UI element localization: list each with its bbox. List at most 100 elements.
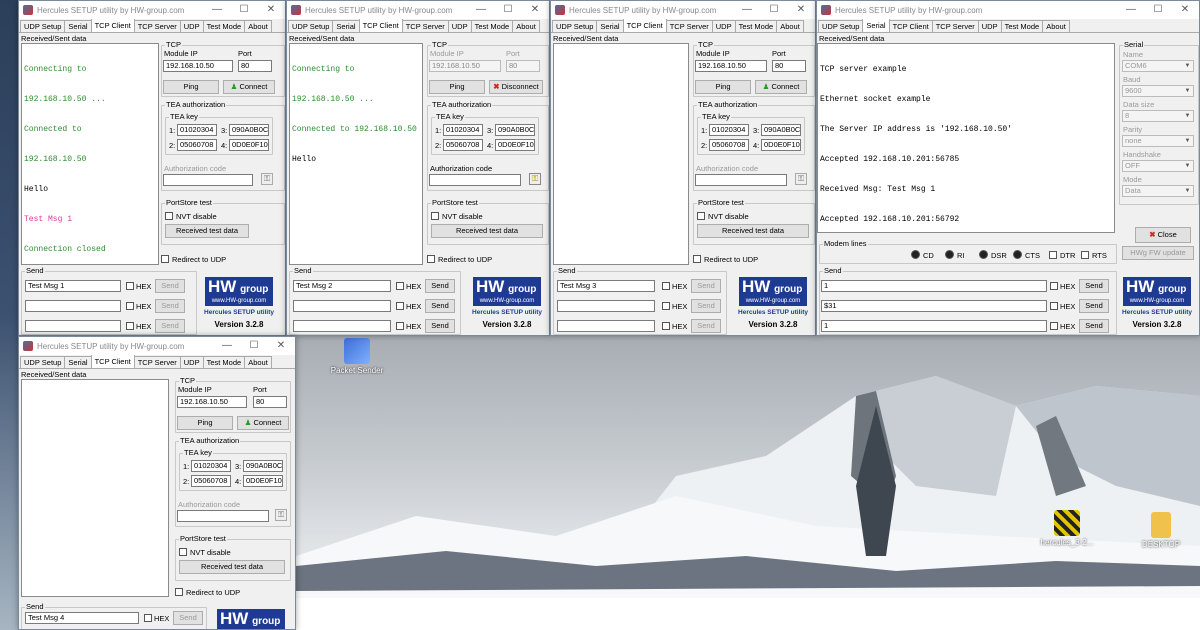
tab-about[interactable]: About [244, 20, 272, 32]
minimize-button[interactable]: — [733, 1, 761, 19]
tab-tcp-client[interactable]: TCP Client [358, 18, 403, 32]
tab-test-mode[interactable]: Test Mode [202, 20, 246, 32]
hex-checkbox-3[interactable] [126, 322, 134, 330]
tea-key-3-input[interactable]: 090A0B0C [229, 124, 269, 136]
redirect-udp-checkbox[interactable] [161, 255, 169, 263]
tab-udp[interactable]: UDP [179, 356, 204, 368]
send-input-2[interactable] [557, 300, 655, 312]
authorization-code-input[interactable] [429, 174, 521, 186]
tab-tcp-client[interactable]: TCP Client [90, 354, 135, 368]
tab-tcp-server[interactable]: TCP Server [665, 20, 713, 32]
tab-serial[interactable]: Serial [64, 20, 92, 32]
tea-key-3-input[interactable]: 090A0B0C [761, 124, 801, 136]
disconnect-button[interactable]: ✖ Disconnect [489, 80, 543, 94]
tab-test-mode[interactable]: Test Mode [470, 20, 514, 32]
tea-key-4-input[interactable]: 0D0E0F10 [229, 139, 269, 151]
send-button-3[interactable]: Send [155, 319, 185, 333]
redirect-udp-checkbox[interactable] [693, 255, 701, 263]
send-button-2[interactable]: Send [1079, 299, 1109, 313]
tab-test-mode[interactable]: Test Mode [202, 356, 246, 368]
port-input[interactable]: 80 [506, 60, 540, 72]
tea-key-1-input[interactable]: 01020304 [177, 124, 217, 136]
authorization-code-input[interactable] [177, 510, 269, 522]
nvt-disable-checkbox[interactable] [179, 548, 187, 556]
module-ip-input[interactable]: 192.168.10.50 [177, 396, 247, 408]
tab-udp[interactable]: UDP [179, 20, 204, 32]
tab-udp[interactable]: UDP [977, 20, 1002, 32]
tea-key-2-input[interactable]: 05060708 [191, 475, 231, 487]
baud-select[interactable]: 9600 ▼ [1122, 85, 1194, 97]
parity-select[interactable]: none ▼ [1122, 135, 1194, 147]
send-input-2[interactable] [293, 300, 391, 312]
desktop-icon-packet-sender[interactable]: Packet Sender [322, 338, 392, 375]
connect-button[interactable]: ♟ Connect [755, 80, 807, 94]
tea-key-4-input[interactable]: 0D0E0F10 [761, 139, 801, 151]
tab-tcp-server[interactable]: TCP Server [401, 20, 449, 32]
minimize-button[interactable]: — [213, 337, 241, 355]
send-input-1[interactable]: Test Msg 3 [557, 280, 655, 292]
send-input-1[interactable]: Test Msg 1 [25, 280, 121, 292]
port-input[interactable]: 80 [238, 60, 272, 72]
send-input-1[interactable]: Test Msg 2 [293, 280, 391, 292]
send-input-1[interactable]: Test Msg 4 [25, 612, 139, 624]
send-button-3[interactable]: Send [1079, 319, 1109, 333]
received-test-data-button[interactable]: Received test data [697, 224, 809, 238]
tab-serial[interactable]: Serial [596, 20, 624, 32]
hex-checkbox-3[interactable] [396, 322, 404, 330]
tab-serial[interactable]: Serial [862, 18, 890, 32]
close-button[interactable]: ✕ [787, 1, 815, 19]
tab-about[interactable]: About [1042, 20, 1070, 32]
hex-checkbox-3[interactable] [662, 322, 670, 330]
minimize-button[interactable]: — [203, 1, 231, 19]
lock-icon[interactable]: ⚿ [275, 509, 287, 521]
send-input-1[interactable]: 1 [821, 280, 1047, 292]
connect-button[interactable]: ♟ Connect [237, 416, 289, 430]
minimize-button[interactable]: — [467, 1, 495, 19]
send-button-1[interactable]: Send [173, 611, 203, 625]
tea-key-3-input[interactable]: 090A0B0C [243, 460, 283, 472]
module-ip-input[interactable]: 192.168.10.50 [695, 60, 767, 72]
send-input-3[interactable] [557, 320, 655, 332]
received-test-data-button[interactable]: Received test data [165, 224, 249, 238]
tab-udp[interactable]: UDP [447, 20, 472, 32]
hex-checkbox-1[interactable] [126, 282, 134, 290]
redirect-udp-checkbox[interactable] [175, 588, 183, 596]
send-input-3[interactable] [293, 320, 391, 332]
close-button[interactable]: ✕ [1171, 1, 1199, 19]
module-ip-input[interactable]: 192.168.10.50 [429, 60, 501, 72]
desktop-icon-folder[interactable]: DESKTOP [1126, 512, 1196, 549]
tab-test-mode[interactable]: Test Mode [1000, 20, 1044, 32]
com-port-select[interactable]: COM6 ▼ [1122, 60, 1194, 72]
hex-checkbox-1[interactable] [144, 614, 152, 622]
lock-icon[interactable]: ⚿ [529, 173, 541, 185]
tab-serial[interactable]: Serial [64, 356, 92, 368]
maximize-button[interactable]: ☐ [230, 1, 258, 19]
tab-about[interactable]: About [512, 20, 540, 32]
tea-key-3-input[interactable]: 090A0B0C [495, 124, 535, 136]
ping-button[interactable]: Ping [163, 80, 219, 94]
send-input-3[interactable] [25, 320, 121, 332]
tea-key-1-input[interactable]: 01020304 [709, 124, 749, 136]
hex-checkbox-2[interactable] [396, 302, 404, 310]
hex-checkbox-1[interactable] [396, 282, 404, 290]
tab-udp-setup[interactable]: UDP Setup [20, 356, 66, 368]
tea-key-4-input[interactable]: 0D0E0F10 [495, 139, 535, 151]
hex-checkbox-2[interactable] [662, 302, 670, 310]
tab-about[interactable]: About [776, 20, 804, 32]
send-input-2[interactable] [25, 300, 121, 312]
connect-button[interactable]: ♟ Connect [223, 80, 275, 94]
hex-checkbox-1[interactable] [662, 282, 670, 290]
minimize-button[interactable]: — [1117, 1, 1145, 19]
tab-tcp-client[interactable]: TCP Client [888, 20, 933, 32]
nvt-disable-checkbox[interactable] [165, 212, 173, 220]
received-data-log[interactable] [553, 43, 689, 265]
send-button-2[interactable]: Send [691, 299, 721, 313]
hex-checkbox-2[interactable] [126, 302, 134, 310]
dtr-checkbox[interactable] [1049, 251, 1057, 259]
maximize-button[interactable]: ☐ [494, 1, 522, 19]
send-input-3[interactable]: 1 [821, 320, 1047, 332]
ping-button[interactable]: Ping [177, 416, 233, 430]
close-button[interactable]: ✕ [521, 1, 549, 19]
tab-test-mode[interactable]: Test Mode [734, 20, 778, 32]
ping-button[interactable]: Ping [429, 80, 485, 94]
